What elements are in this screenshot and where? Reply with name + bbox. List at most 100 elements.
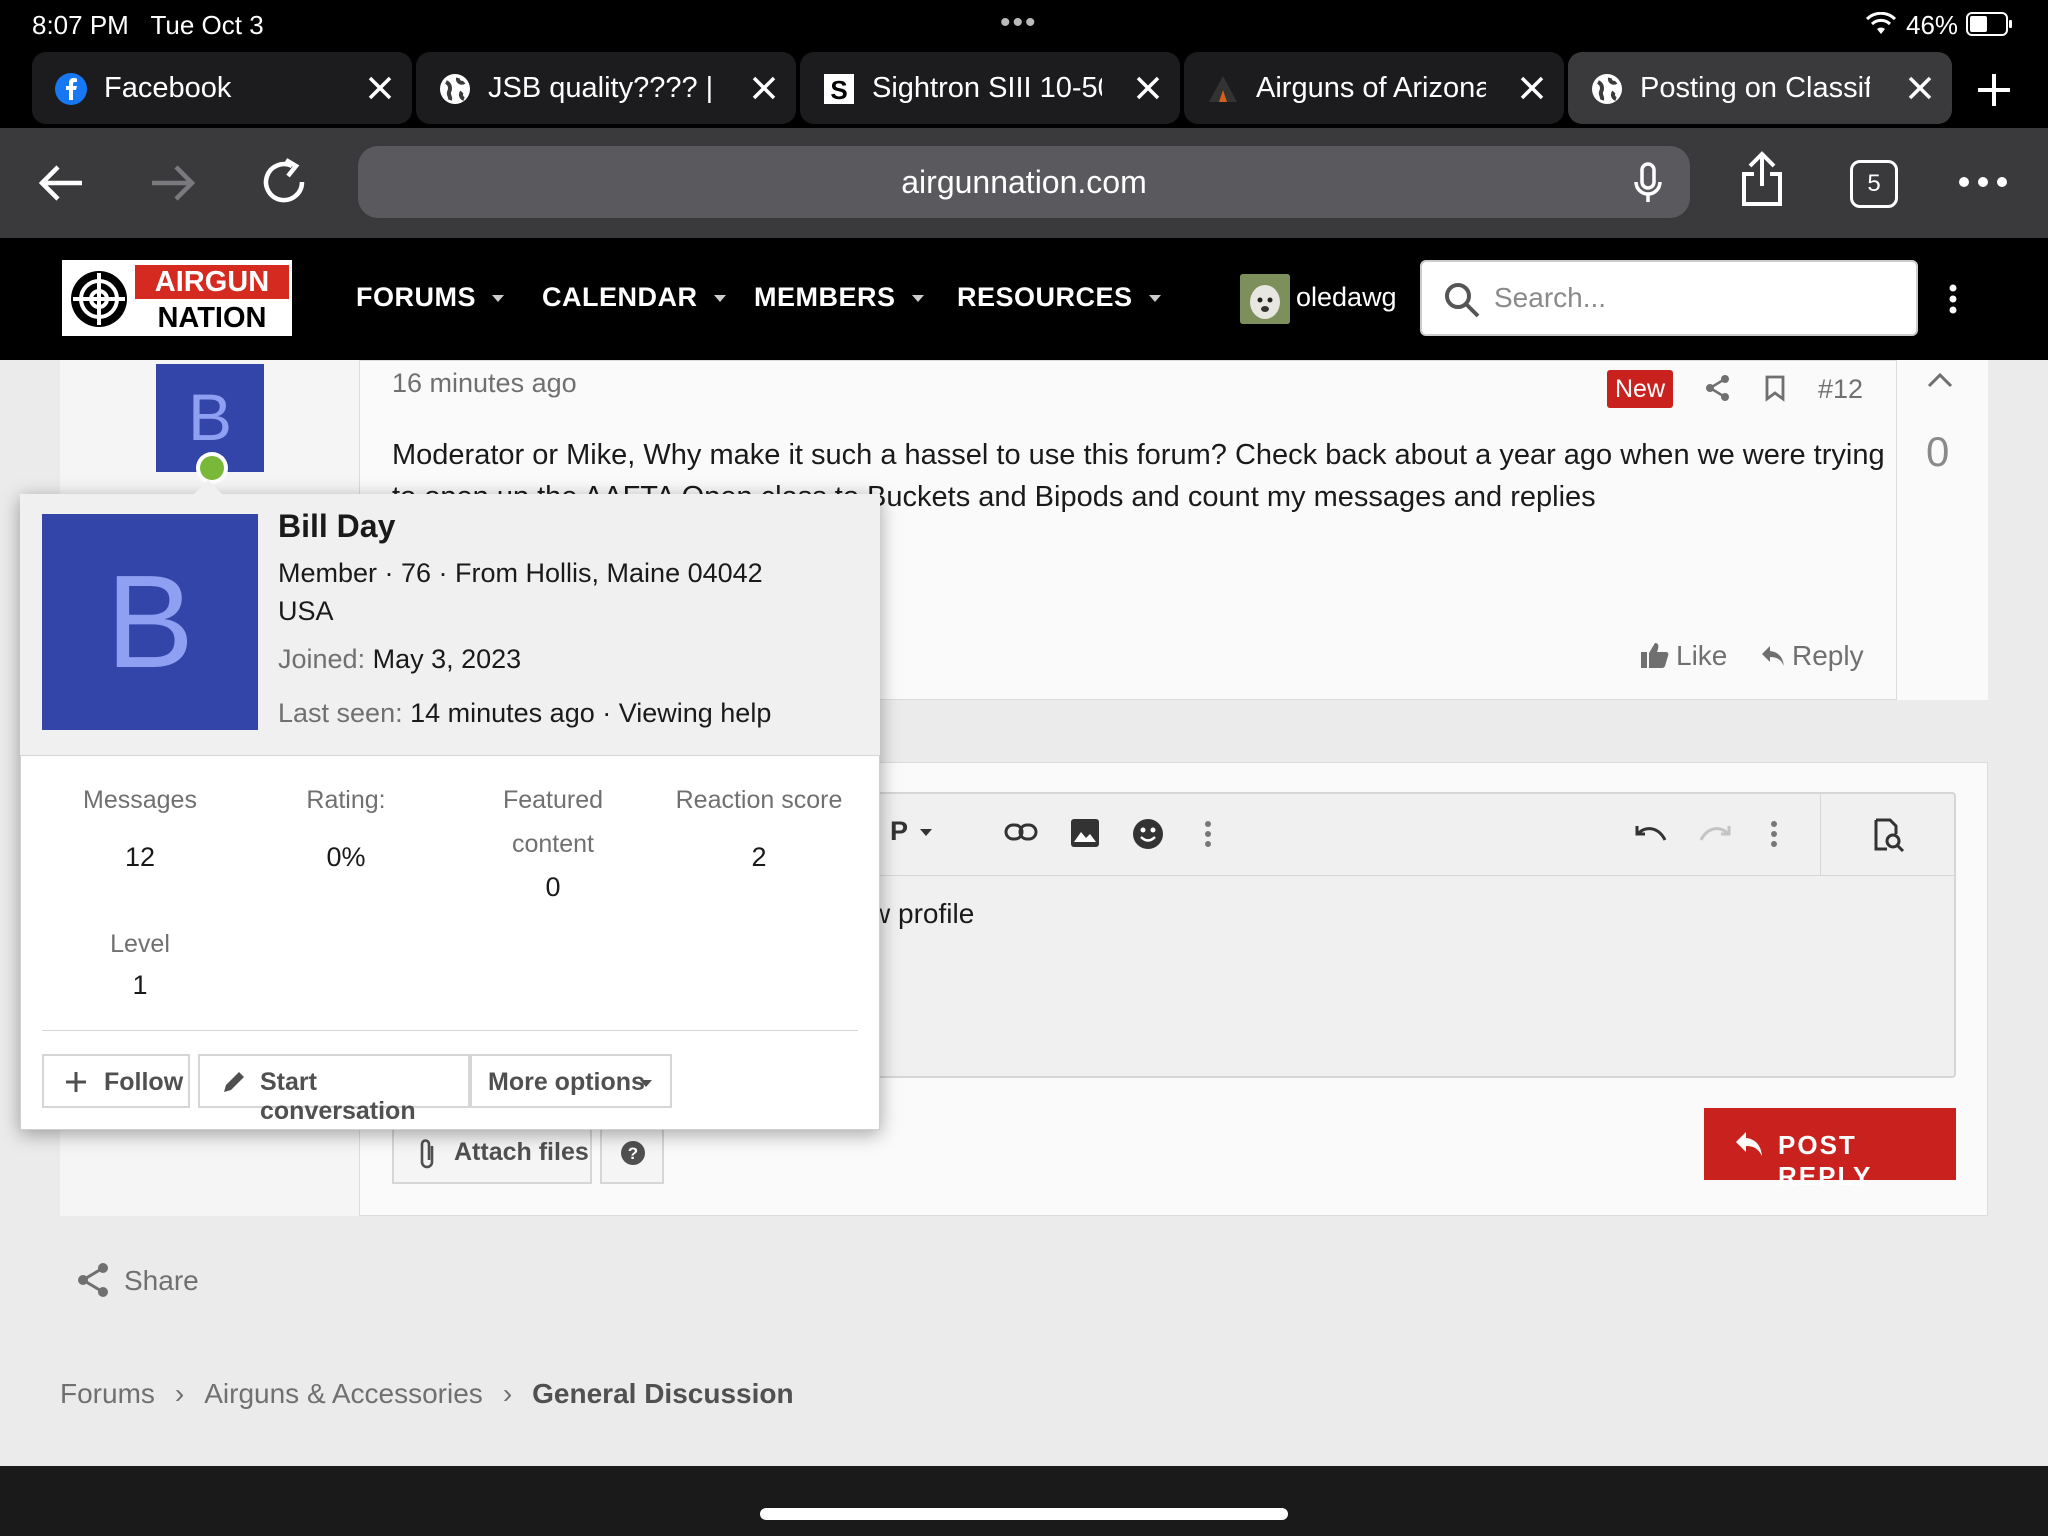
svg-text:S: S	[830, 75, 847, 105]
facebook-icon	[55, 73, 87, 105]
stat-value: 12	[124, 842, 156, 872]
stat-label: Featured content	[502, 786, 604, 858]
paperclip-icon	[420, 1139, 434, 1169]
stat-featured-content[interactable]: Featured content 0	[466, 778, 640, 903]
more-tools-icon[interactable]	[1204, 820, 1212, 848]
nav-members[interactable]: MEMBERS	[754, 282, 924, 313]
stat-level: Level 1	[40, 922, 240, 1001]
tab-sightron[interactable]: S Sightron SIII 10-50	[800, 52, 1180, 124]
stat-label: Rating:	[306, 786, 386, 814]
vote-count: 0	[1926, 428, 1950, 475]
logo-text-bottom: NATION	[157, 302, 267, 334]
globe-icon	[1592, 74, 1622, 104]
new-tab-icon[interactable]	[1972, 68, 2016, 112]
stat-value: 2	[751, 842, 767, 872]
emoji-icon[interactable]	[1132, 818, 1164, 850]
stat-label: Reaction score	[675, 786, 843, 814]
status-bar: 8:07 PM Tue Oct 3 ••• 46%	[0, 0, 2048, 48]
follow-button[interactable]: Follow	[42, 1054, 190, 1108]
back-icon[interactable]	[36, 160, 86, 206]
share-post-icon[interactable]	[1704, 374, 1732, 402]
undo-icon[interactable]	[1634, 822, 1668, 846]
reply-icon	[1736, 1132, 1762, 1156]
close-tab-icon[interactable]	[1902, 70, 1938, 106]
battery-icon	[1966, 12, 2012, 36]
thumbs-up-icon	[1641, 643, 1669, 668]
breadcrumb-general-discussion[interactable]: General Discussion	[532, 1378, 793, 1409]
airgun-nation-logo[interactable]: AIRGUN NATION	[62, 260, 292, 336]
more-options-button[interactable]: More options	[470, 1054, 672, 1108]
tab-jsb-quality[interactable]: JSB quality???? | A	[416, 52, 796, 124]
site-header: AIRGUN NATION FORUMS CALENDAR MEMBERS RE…	[0, 238, 2048, 360]
close-tab-icon[interactable]	[362, 70, 398, 106]
more-tools-icon[interactable]	[1770, 820, 1778, 848]
reply-button[interactable]: Reply	[1760, 640, 1864, 672]
site-footer	[0, 1466, 2048, 1536]
logo-text-top: AIRGUN	[135, 265, 289, 299]
chevron-down-icon	[492, 295, 504, 303]
attach-label: Attach files	[454, 1138, 589, 1166]
new-badge: New	[1607, 370, 1674, 408]
like-button[interactable]: Like	[1640, 640, 1727, 672]
upvote-icon[interactable]	[1925, 370, 1955, 390]
sightron-s-icon: S	[824, 74, 854, 105]
more-menu-icon[interactable]	[1958, 176, 2008, 188]
chevron-right-icon: ›	[502, 1378, 513, 1409]
address-bar[interactable]: airgunnation.com	[358, 146, 1690, 218]
close-tab-icon[interactable]	[1514, 70, 1550, 106]
share-thread-button[interactable]: Share	[76, 1262, 199, 1298]
pencil-icon	[224, 1072, 244, 1092]
member-last-seen: Last seen: 14 minutes ago · Viewing help	[278, 698, 772, 728]
post-number[interactable]: #12	[1818, 374, 1863, 405]
nav-forums[interactable]: FORUMS	[356, 282, 504, 313]
popup-pointer	[192, 480, 224, 496]
tab-label: Airguns of Arizona	[1256, 72, 1486, 104]
close-tab-icon[interactable]	[1130, 70, 1166, 106]
paragraph-format-button[interactable]: P	[890, 816, 933, 847]
bookmark-icon[interactable]	[1764, 374, 1786, 402]
kebab-menu-icon[interactable]	[1948, 284, 1958, 314]
url-text: airgunnation.com	[901, 164, 1147, 200]
tab-count-button[interactable]: 5	[1850, 160, 1898, 208]
stat-value: 1	[132, 970, 148, 1000]
globe-icon	[440, 74, 470, 104]
nav-calendar[interactable]: CALENDAR	[542, 282, 726, 313]
chevron-down-icon	[1148, 295, 1161, 303]
popup-divider	[42, 1030, 858, 1031]
home-indicator[interactable]	[760, 1508, 1288, 1520]
breadcrumb-airguns-accessories[interactable]: Airguns & Accessories	[204, 1378, 483, 1409]
preview-toggle[interactable]	[1820, 794, 1956, 876]
post-time[interactable]: 16 minutes ago	[392, 368, 577, 399]
tab-airguns-of-arizona[interactable]: Airguns of Arizona	[1184, 52, 1564, 124]
svg-text:?: ?	[628, 1144, 638, 1163]
tab-facebook[interactable]: Facebook	[32, 52, 412, 124]
close-tab-icon[interactable]	[746, 70, 782, 106]
multitask-dots-icon[interactable]: •••	[1000, 6, 1038, 40]
start-conversation-button[interactable]: Start conversation	[198, 1054, 470, 1125]
username-link[interactable]: oledawg	[1296, 282, 1397, 313]
stat-rating: Rating: 0%	[246, 778, 446, 873]
link-icon[interactable]	[1004, 822, 1038, 842]
search-input[interactable]: Search...	[1420, 260, 1918, 336]
stat-value: 0	[545, 872, 561, 902]
redo-icon[interactable]	[1698, 822, 1732, 846]
aoa-logo-icon	[1209, 76, 1237, 102]
crosshair-logo-icon	[71, 271, 127, 327]
member-name[interactable]: Bill Day	[278, 508, 395, 545]
stat-messages[interactable]: Messages 12	[40, 778, 240, 873]
microphone-icon[interactable]	[1632, 162, 1664, 204]
vote-column	[1896, 360, 1988, 700]
nav-resources[interactable]: RESOURCES	[957, 282, 1161, 313]
stat-reaction-score[interactable]: Reaction score 2	[652, 778, 866, 873]
chevron-down-icon	[713, 295, 726, 303]
forward-icon[interactable]	[148, 160, 198, 206]
user-avatar[interactable]	[1240, 274, 1290, 324]
breadcrumb-forums[interactable]: Forums	[60, 1378, 155, 1409]
reload-icon[interactable]	[258, 156, 310, 208]
share-icon[interactable]	[1738, 150, 1786, 208]
post-reply-button[interactable]: POST REPLY	[1704, 1108, 1956, 1191]
tab-posting-on-classifieds[interactable]: Posting on Classifi	[1568, 52, 1952, 124]
member-avatar[interactable]: B	[42, 514, 258, 730]
image-icon[interactable]	[1070, 818, 1100, 848]
chevron-down-icon	[911, 295, 924, 303]
